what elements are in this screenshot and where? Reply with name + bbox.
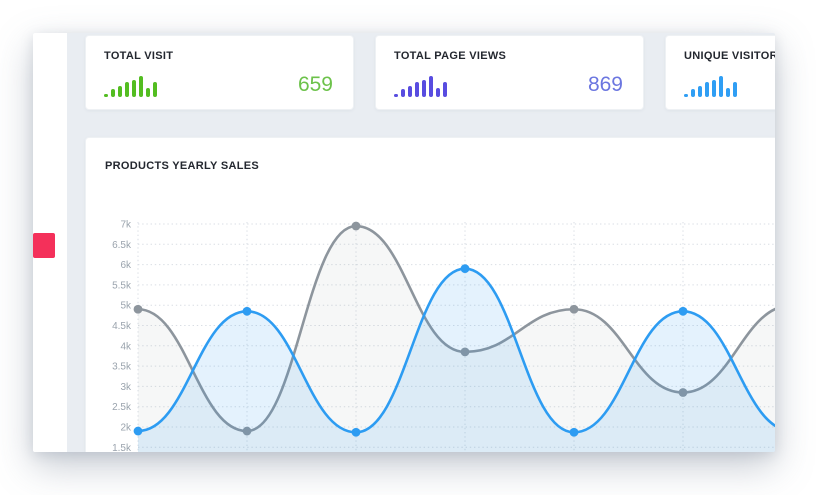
sidebar-active-nav-indicator[interactable] (33, 233, 55, 258)
y-tick-label: 3.5k (112, 362, 132, 373)
gray-series-point (352, 222, 361, 231)
dashboard-window: TOTAL VISIT 659 TOTAL PAGE VIEWS 869 UNI… (33, 33, 775, 452)
y-tick-label: 2.5k (112, 402, 132, 413)
blue-series-point (243, 307, 252, 316)
chart-title: PRODUCTS YEARLY SALES (105, 160, 259, 172)
y-tick-label: 1.5k (112, 443, 132, 452)
blue-series-point (679, 307, 688, 316)
stat-card-title: TOTAL PAGE VIEWS (394, 50, 506, 62)
y-tick-label: 3k (120, 382, 132, 393)
stat-card-title: UNIQUE VISITOR (684, 50, 775, 62)
blue-series-point (461, 264, 470, 273)
stat-card-value: 659 (298, 73, 333, 97)
y-tick-label: 5.5k (112, 280, 132, 291)
bar-chart-icon (684, 74, 737, 97)
blue-series-area (138, 269, 775, 452)
gray-series-point (570, 305, 579, 314)
blue-series-point (570, 428, 579, 437)
main-content: TOTAL VISIT 659 TOTAL PAGE VIEWS 869 UNI… (67, 33, 775, 452)
y-tick-label: 6k (120, 260, 132, 271)
y-tick-label: 2k (120, 423, 132, 434)
y-tick-label: 4k (120, 341, 132, 352)
y-tick-label: 5k (120, 301, 132, 312)
chart-card: PRODUCTS YEARLY SALES 7k 6.5k 6k 5.5k 5k 4.5k… (85, 137, 775, 452)
y-tick-label: 7k (120, 220, 132, 231)
stat-card-title: TOTAL VISIT (104, 50, 173, 62)
y-tick-label: 4.5k (112, 321, 132, 332)
stat-cards-row: TOTAL VISIT 659 TOTAL PAGE VIEWS 869 UNI… (85, 35, 775, 110)
bar-chart-icon (104, 74, 157, 97)
stat-card-unique-visitor: UNIQUE VISITOR (665, 35, 775, 110)
sales-line-chart[interactable]: 7k 6.5k 6k 5.5k 5k 4.5k 4k 3.5k 3k 2.5k 2k 1.5k (86, 138, 775, 452)
sidebar (33, 33, 67, 452)
stat-card-total-page-views: TOTAL PAGE VIEWS 869 (375, 35, 644, 110)
blue-series-point (352, 428, 361, 437)
gray-series-point (134, 305, 143, 314)
stat-card-total-visit: TOTAL VISIT 659 (85, 35, 354, 110)
bar-chart-icon (394, 74, 447, 97)
y-tick-label: 6.5k (112, 240, 132, 251)
blue-series-point (134, 427, 143, 436)
stat-card-value: 869 (588, 73, 623, 97)
